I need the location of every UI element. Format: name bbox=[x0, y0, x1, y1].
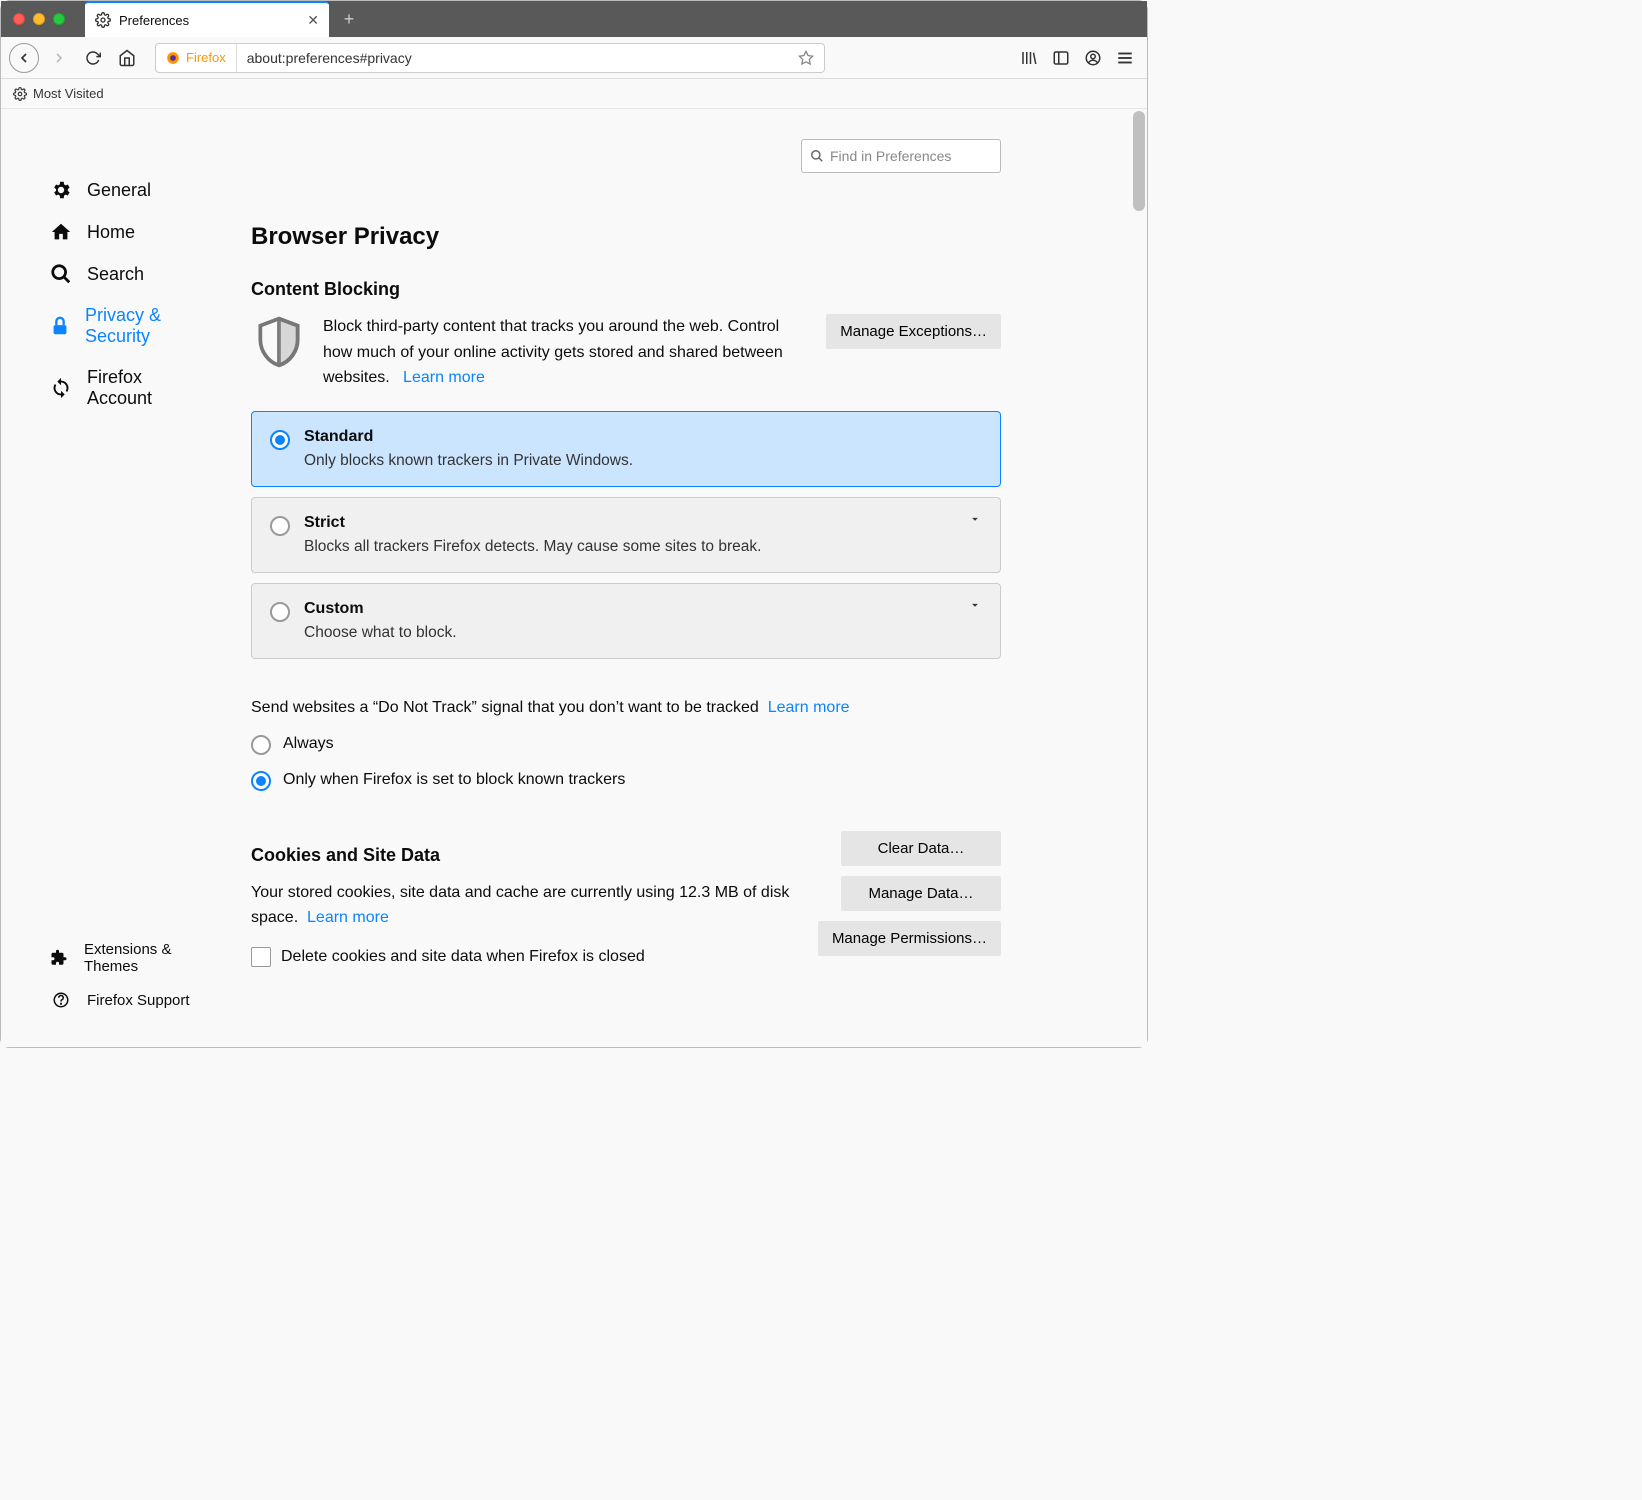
back-button[interactable] bbox=[9, 43, 39, 73]
chevron-down-icon[interactable] bbox=[968, 512, 982, 526]
sidebar-item-support[interactable]: Firefox Support bbox=[1, 983, 231, 1017]
content-blocking-option-standard[interactable]: Standard Only blocks known trackers in P… bbox=[251, 411, 1001, 487]
manage-data-button[interactable]: Manage Data… bbox=[841, 876, 1001, 911]
option-description: Only blocks known trackers in Private Wi… bbox=[304, 452, 633, 470]
new-tab-button[interactable]: + bbox=[335, 5, 363, 33]
option-title: Standard bbox=[304, 428, 633, 446]
bookmarks-toolbar: Most Visited bbox=[1, 79, 1147, 109]
content-area: General Home Search Privacy & Security bbox=[1, 109, 1147, 1047]
sidebar-item-label: Home bbox=[87, 222, 135, 243]
clear-data-button[interactable]: Clear Data… bbox=[841, 831, 1001, 866]
gear-icon bbox=[49, 179, 73, 201]
main-pane: Find in Preferences Browser Privacy Cont… bbox=[251, 109, 1031, 1047]
radio-label: Only when Firefox is set to block known … bbox=[283, 771, 625, 789]
home-icon bbox=[49, 221, 73, 243]
search-icon bbox=[810, 149, 824, 163]
close-window-button[interactable] bbox=[13, 13, 25, 25]
search-placeholder: Find in Preferences bbox=[830, 148, 951, 164]
radio-standard[interactable] bbox=[270, 430, 290, 450]
close-tab-button[interactable]: ✕ bbox=[307, 12, 319, 29]
section-heading-content-blocking: Content Blocking bbox=[251, 279, 1001, 300]
cookies-description: Your stored cookies, site data and cache… bbox=[251, 880, 798, 931]
sidebar-item-general[interactable]: General bbox=[1, 169, 231, 211]
sidebar-item-label: Privacy & Security bbox=[85, 305, 211, 347]
sidebar-item-extensions[interactable]: Extensions & Themes bbox=[1, 933, 231, 983]
sidebar-button[interactable] bbox=[1047, 44, 1075, 72]
chevron-down-icon[interactable] bbox=[968, 598, 982, 612]
url-bar[interactable]: Firefox about:preferences#privacy bbox=[155, 43, 825, 73]
manage-permissions-button[interactable]: Manage Permissions… bbox=[818, 921, 1001, 956]
identity-label: Firefox bbox=[186, 50, 226, 65]
forward-button[interactable] bbox=[45, 44, 73, 72]
sidebar-item-label: General bbox=[87, 180, 151, 201]
preferences-search-input[interactable]: Find in Preferences bbox=[801, 139, 1001, 173]
search-icon bbox=[49, 263, 73, 285]
gear-icon bbox=[13, 87, 27, 101]
maximize-window-button[interactable] bbox=[53, 13, 65, 25]
sidebar-item-home[interactable]: Home bbox=[1, 211, 231, 253]
home-button[interactable] bbox=[113, 44, 141, 72]
radio-strict[interactable] bbox=[270, 516, 290, 536]
preferences-sidebar: General Home Search Privacy & Security bbox=[1, 109, 231, 1047]
sync-icon bbox=[49, 377, 73, 399]
identity-box[interactable]: Firefox bbox=[156, 44, 237, 72]
radio-always[interactable] bbox=[251, 735, 271, 755]
library-button[interactable] bbox=[1015, 44, 1043, 72]
puzzle-icon bbox=[49, 949, 70, 967]
radio-only-when[interactable] bbox=[251, 771, 271, 791]
shield-icon bbox=[251, 314, 307, 370]
sidebar-item-label: Firefox Support bbox=[87, 992, 190, 1009]
dnt-option-only-when[interactable]: Only when Firefox is set to block known … bbox=[251, 769, 1001, 791]
learn-more-link[interactable]: Learn more bbox=[307, 909, 389, 926]
content-blocking-option-custom[interactable]: Custom Choose what to block. bbox=[251, 583, 1001, 659]
learn-more-link[interactable]: Learn more bbox=[403, 369, 485, 386]
sidebar-item-label: Firefox Account bbox=[87, 367, 211, 409]
account-button[interactable] bbox=[1079, 44, 1107, 72]
checkbox-label: Delete cookies and site data when Firefo… bbox=[281, 948, 645, 966]
navigation-toolbar: Firefox about:preferences#privacy bbox=[1, 37, 1147, 79]
content-blocking-description: Block third-party content that tracks yo… bbox=[323, 314, 810, 391]
sidebar-item-label: Search bbox=[87, 264, 144, 285]
page-title: Browser Privacy bbox=[251, 183, 1001, 251]
radio-custom[interactable] bbox=[270, 602, 290, 622]
scrollbar[interactable] bbox=[1133, 111, 1145, 211]
option-title: Strict bbox=[304, 514, 761, 532]
bookmark-most-visited[interactable]: Most Visited bbox=[33, 86, 104, 101]
option-description: Choose what to block. bbox=[304, 624, 457, 642]
firefox-icon bbox=[166, 51, 180, 65]
minimize-window-button[interactable] bbox=[33, 13, 45, 25]
content-blocking-option-strict[interactable]: Strict Blocks all trackers Firefox detec… bbox=[251, 497, 1001, 573]
section-heading-cookies: Cookies and Site Data bbox=[251, 845, 798, 866]
radio-label: Always bbox=[283, 735, 334, 753]
tab-title: Preferences bbox=[119, 13, 299, 28]
lock-icon bbox=[49, 315, 71, 337]
option-description: Blocks all trackers Firefox detects. May… bbox=[304, 538, 761, 556]
delete-on-close-checkbox-row[interactable]: Delete cookies and site data when Firefo… bbox=[251, 947, 798, 967]
dnt-option-always[interactable]: Always bbox=[251, 733, 1001, 755]
url-text[interactable]: about:preferences#privacy bbox=[237, 50, 788, 66]
browser-tab[interactable]: Preferences ✕ bbox=[85, 1, 329, 37]
sidebar-item-account[interactable]: Firefox Account bbox=[1, 357, 231, 419]
titlebar: Preferences ✕ + bbox=[1, 1, 1147, 37]
sidebar-item-label: Extensions & Themes bbox=[84, 941, 211, 975]
dnt-description: Send websites a “Do Not Track” signal th… bbox=[251, 699, 1001, 717]
sidebar-item-search[interactable]: Search bbox=[1, 253, 231, 295]
window-controls bbox=[13, 13, 65, 25]
option-title: Custom bbox=[304, 600, 457, 618]
learn-more-link[interactable]: Learn more bbox=[768, 699, 850, 716]
manage-exceptions-button[interactable]: Manage Exceptions… bbox=[826, 314, 1001, 349]
gear-icon bbox=[95, 12, 111, 28]
bookmark-star-button[interactable] bbox=[788, 50, 824, 66]
sidebar-item-privacy[interactable]: Privacy & Security bbox=[1, 295, 231, 357]
help-icon bbox=[49, 991, 73, 1009]
menu-button[interactable] bbox=[1111, 44, 1139, 72]
checkbox-delete-on-close[interactable] bbox=[251, 947, 271, 967]
reload-button[interactable] bbox=[79, 44, 107, 72]
